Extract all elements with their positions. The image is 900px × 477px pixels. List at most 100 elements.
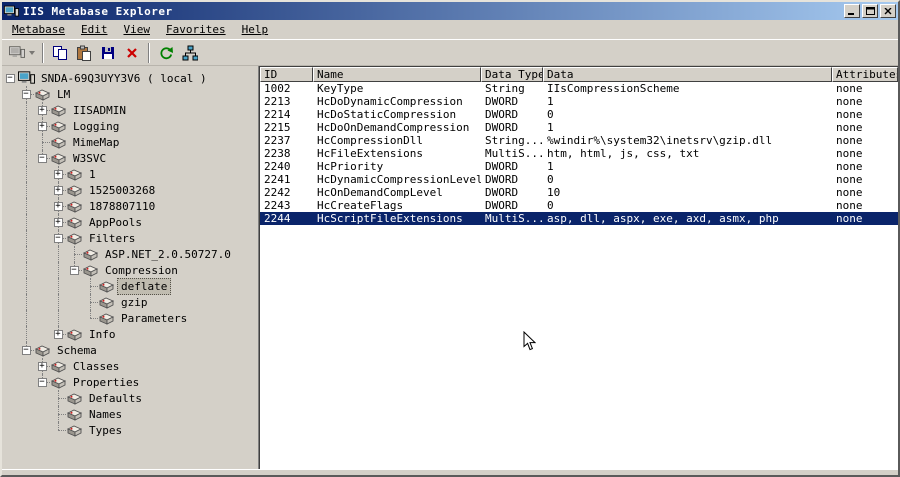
tree-item-asp-net-2-0-50727-0[interactable]: ASP.NET_2.0.50727.0 xyxy=(2,246,256,262)
table-row[interactable]: 2238 HcFileExtensions MultiS... htm, html, … xyxy=(260,147,898,160)
menu-view[interactable]: View xyxy=(115,21,158,38)
tree-item-properties[interactable]: − Properties xyxy=(2,374,256,390)
metabase-node-icon xyxy=(66,230,85,246)
tree-guide xyxy=(34,310,50,326)
tree-item-gzip[interactable]: gzip xyxy=(2,294,256,310)
metabase-node-icon xyxy=(98,310,117,326)
table-row[interactable]: 2243 HcCreateFlags DWORD 0 none xyxy=(260,199,898,212)
collapse-toggle-icon[interactable]: − xyxy=(69,265,79,275)
tree-guide xyxy=(2,118,18,134)
tree-guide xyxy=(18,182,34,198)
tree-item-mimemap[interactable]: MimeMap xyxy=(2,134,256,150)
tree-guide xyxy=(2,102,18,118)
cell-data: 1 xyxy=(547,121,554,134)
tree-guide xyxy=(18,150,34,166)
tree-item-schema[interactable]: − Schema xyxy=(2,342,256,358)
expand-toggle-icon[interactable]: + xyxy=(53,329,63,339)
column-header-name[interactable]: Name xyxy=(313,67,481,82)
menu-favorites[interactable]: Favorites xyxy=(158,21,234,38)
table-row[interactable]: 2240 HcPriority DWORD 1 none xyxy=(260,160,898,173)
tree-guide xyxy=(18,406,34,422)
close-button[interactable] xyxy=(880,4,896,18)
tree-guide xyxy=(2,278,18,294)
tree-guide xyxy=(18,246,34,262)
connect-button[interactable] xyxy=(6,42,38,64)
expand-toggle-icon[interactable]: + xyxy=(53,169,63,179)
tree-guide xyxy=(2,214,18,230)
tree-item-types[interactable]: Types xyxy=(2,422,256,438)
expand-toggle-icon[interactable]: + xyxy=(53,201,63,211)
table-row[interactable]: 2214 HcDoStaticCompression DWORD 0 none xyxy=(260,108,898,121)
paste-button[interactable] xyxy=(72,42,96,64)
minimize-button[interactable] xyxy=(844,4,860,18)
table-row[interactable]: 2244 HcScriptFileExtensions MultiS... asp, … xyxy=(260,212,898,225)
tree-item-parameters[interactable]: Parameters xyxy=(2,310,256,326)
tree-item-deflate[interactable]: deflate xyxy=(2,277,256,295)
tree-guide xyxy=(18,358,34,374)
tree-guide xyxy=(18,294,34,310)
tree-item-1525003268[interactable]: +1525003268 xyxy=(2,182,256,198)
table-row[interactable]: 2215 HcDoOnDemandCompression DWORD 1 none xyxy=(260,121,898,134)
cell-attributes: none xyxy=(836,82,863,95)
tree-item-apppools[interactable]: + AppPools xyxy=(2,214,256,230)
tree-item-lm[interactable]: − LM xyxy=(2,86,256,102)
column-header-data-type[interactable]: Data Type xyxy=(481,67,543,82)
collapse-toggle-icon[interactable]: − xyxy=(37,153,47,163)
expand-toggle-icon[interactable]: + xyxy=(37,361,47,371)
expand-toggle-icon[interactable]: + xyxy=(37,105,47,115)
network-button[interactable] xyxy=(178,42,202,64)
cell-name: HcDoStaticCompression xyxy=(317,108,457,121)
collapse-toggle-icon[interactable]: − xyxy=(53,233,63,243)
table-row[interactable]: 2241 HcDynamicCompressionLevel DWORD 0 none xyxy=(260,173,898,186)
menu-metabase[interactable]: Metabase xyxy=(4,21,73,38)
tree-item-defaults[interactable]: Defaults xyxy=(2,390,256,406)
tree-connector: − xyxy=(66,262,82,278)
copy-button[interactable] xyxy=(48,42,72,64)
save-button[interactable] xyxy=(96,42,120,64)
expand-toggle-icon[interactable]: + xyxy=(53,185,63,195)
table-row[interactable]: 2213 HcDoDynamicCompression DWORD 1 none xyxy=(260,95,898,108)
delete-button[interactable] xyxy=(120,42,144,64)
tree-guide xyxy=(66,294,82,310)
tree-item-snda-69q3uyy3v6-local[interactable]: − SNDA-69Q3UYY3V6 ( local ) xyxy=(2,70,256,86)
menu-help[interactable]: Help xyxy=(234,21,277,38)
tree-item-w3svc[interactable]: − W3SVC xyxy=(2,150,256,166)
column-header-id[interactable]: ID xyxy=(260,67,313,82)
tree-item-classes[interactable]: + Classes xyxy=(2,358,256,374)
collapse-toggle-icon[interactable]: − xyxy=(37,377,47,387)
table-header-row: ID Name Data Type Data Attributes xyxy=(260,67,898,82)
cell-data: 0 xyxy=(547,173,554,186)
tree-line xyxy=(58,398,59,406)
tree-connector xyxy=(82,294,98,310)
collapse-toggle-icon[interactable]: − xyxy=(5,73,15,83)
tree-item-logging[interactable]: + Logging xyxy=(2,118,256,134)
tree-item-1[interactable]: +1 xyxy=(2,166,256,182)
table-row[interactable]: 2242 HcOnDemandCompLevel DWORD 10 none xyxy=(260,186,898,199)
maximize-button[interactable] xyxy=(862,4,878,18)
tree-connector xyxy=(82,310,98,326)
tree-item-compression[interactable]: − Compression xyxy=(2,262,256,278)
expand-toggle-icon[interactable]: + xyxy=(53,217,63,227)
window-bottom-edge xyxy=(2,469,898,475)
cell-data-type: MultiS... xyxy=(485,147,543,160)
tree-item-1878807110[interactable]: +1878807110 xyxy=(2,198,256,214)
tree-item-label: AppPools xyxy=(89,215,142,229)
tree-line xyxy=(90,286,98,287)
refresh-button[interactable] xyxy=(154,42,178,64)
tree-item-filters[interactable]: − Filters xyxy=(2,230,256,246)
toolbar-separator xyxy=(148,42,150,63)
column-header-attributes[interactable]: Attributes xyxy=(832,67,898,82)
menu-edit[interactable]: Edit xyxy=(73,21,116,38)
tree-connector: − xyxy=(18,86,34,102)
table-row[interactable]: 2237 HcCompressionDll String... %windir%\sy… xyxy=(260,134,898,147)
tree-item-iisadmin[interactable]: + IISADMIN xyxy=(2,102,256,118)
tree-item-names[interactable]: Names xyxy=(2,406,256,422)
table-row[interactable]: 1002 KeyType String IIsCompressionScheme non… xyxy=(260,82,898,95)
column-header-data[interactable]: Data xyxy=(543,67,832,82)
expand-toggle-icon[interactable]: + xyxy=(37,121,47,131)
collapse-toggle-icon[interactable]: − xyxy=(21,345,31,355)
tree-guide xyxy=(2,310,18,326)
metabase-node-icon xyxy=(66,422,85,438)
tree-item-info[interactable]: + Info xyxy=(2,326,256,342)
collapse-toggle-icon[interactable]: − xyxy=(21,89,31,99)
